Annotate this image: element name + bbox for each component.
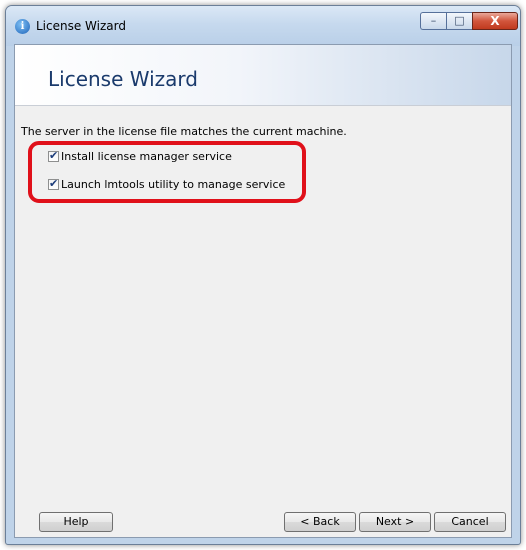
back-button[interactable]: < Back	[284, 512, 356, 532]
wizard-body: License Wizard The server in the license…	[14, 44, 512, 538]
minimize-button[interactable]: –	[420, 12, 446, 30]
minimize-icon: –	[430, 14, 437, 27]
maximize-button[interactable]: □	[446, 12, 472, 30]
help-button[interactable]: Help	[39, 512, 113, 532]
title-bar[interactable]: i License Wizard – □ X	[6, 6, 520, 46]
highlight-annotation	[28, 141, 306, 203]
window-title: License Wizard	[36, 19, 126, 33]
cancel-button[interactable]: Cancel	[434, 512, 506, 532]
license-wizard-window: i License Wizard – □ X License Wizard Th…	[5, 5, 521, 545]
close-icon: X	[490, 14, 500, 28]
close-button[interactable]: X	[472, 12, 518, 30]
wizard-banner: License Wizard	[15, 45, 511, 106]
banner-title: License Wizard	[48, 67, 198, 91]
app-info-icon: i	[15, 19, 30, 34]
status-message: The server in the license file matches t…	[21, 125, 347, 138]
next-button[interactable]: Next >	[359, 512, 431, 532]
maximize-icon: □	[454, 14, 465, 27]
